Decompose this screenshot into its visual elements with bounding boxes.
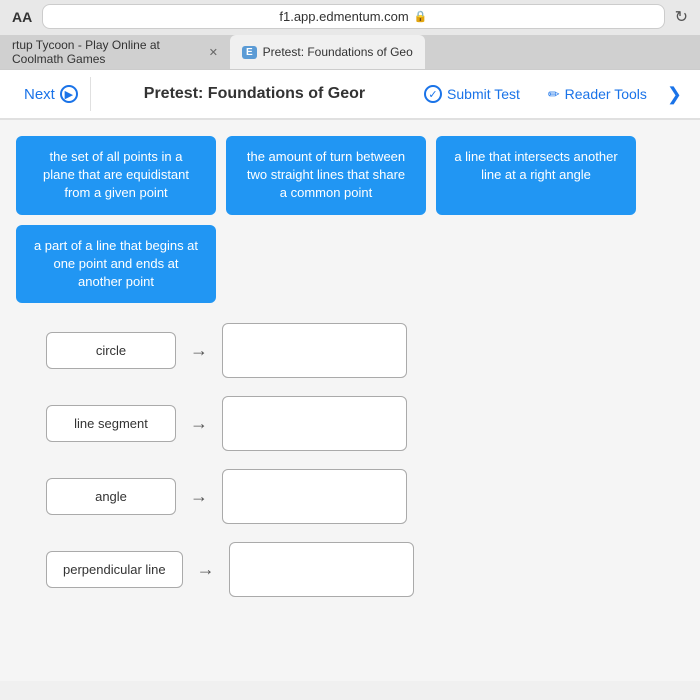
address-bar-row: AA f1.app.edmentum.com 🔒 ↻ bbox=[0, 0, 700, 35]
match-row-circle: circle → bbox=[46, 323, 684, 378]
tab-pretest[interactable]: E Pretest: Foundations of Geo bbox=[230, 35, 425, 69]
match-row-angle: angle → bbox=[46, 469, 684, 524]
next-button[interactable]: Next ▶ bbox=[12, 77, 91, 111]
page-title: Pretest: Foundations of Geor bbox=[99, 85, 410, 103]
match-arrow-angle: → bbox=[190, 486, 208, 507]
match-term-angle: angle bbox=[46, 478, 176, 515]
match-answer-circle[interactable] bbox=[222, 323, 407, 378]
tab-coolmath-close[interactable]: ✕ bbox=[209, 46, 218, 59]
reader-label: Reader Tools bbox=[565, 86, 647, 102]
submit-label: Submit Test bbox=[447, 86, 520, 102]
reader-icon: ✏ bbox=[548, 86, 560, 103]
match-arrow-circle: → bbox=[190, 340, 208, 361]
match-row-line-segment: line segment → bbox=[46, 396, 684, 451]
browser-chrome: AA f1.app.edmentum.com 🔒 ↻ rtup Tycoon -… bbox=[0, 0, 700, 70]
reader-tools-button[interactable]: ✏ Reader Tools bbox=[534, 78, 661, 111]
main-content: the set of all points in a plane that ar… bbox=[0, 120, 700, 681]
address-bar[interactable]: f1.app.edmentum.com 🔒 bbox=[42, 4, 664, 29]
answer-tile-1[interactable]: the set of all points in a plane that ar… bbox=[16, 136, 216, 215]
more-button[interactable]: ❯ bbox=[661, 76, 688, 113]
matching-section: circle → line segment → angle → perpendi… bbox=[16, 323, 684, 597]
answer-tiles-container: the set of all points in a plane that ar… bbox=[16, 136, 684, 303]
match-answer-perpendicular[interactable] bbox=[229, 542, 414, 597]
submit-test-button[interactable]: ✓ Submit Test bbox=[410, 77, 534, 111]
next-arrow-icon: ▶ bbox=[60, 85, 78, 103]
match-answer-angle[interactable] bbox=[222, 469, 407, 524]
answer-tile-3[interactable]: a line that intersects another line at a… bbox=[436, 136, 636, 215]
match-answer-line-segment[interactable] bbox=[222, 396, 407, 451]
match-term-circle: circle bbox=[46, 332, 176, 369]
address-text: f1.app.edmentum.com bbox=[279, 9, 408, 24]
app-nav: Next ▶ Pretest: Foundations of Geor ✓ Su… bbox=[0, 70, 700, 120]
font-size-button[interactable]: AA bbox=[12, 9, 32, 25]
answer-tile-2[interactable]: the amount of turn between two straight … bbox=[226, 136, 426, 215]
match-term-perpendicular: perpendicular line bbox=[46, 551, 183, 588]
tab-coolmath[interactable]: rtup Tycoon - Play Online at Coolmath Ga… bbox=[0, 35, 230, 69]
next-label: Next bbox=[24, 86, 55, 103]
tabs-bar: rtup Tycoon - Play Online at Coolmath Ga… bbox=[0, 35, 700, 69]
lock-icon: 🔒 bbox=[414, 10, 428, 23]
match-term-line-segment: line segment bbox=[46, 405, 176, 442]
reload-button[interactable]: ↻ bbox=[675, 7, 688, 27]
match-arrow-perpendicular: → bbox=[197, 559, 215, 580]
match-row-perpendicular: perpendicular line → bbox=[46, 542, 684, 597]
match-arrow-line-segment: → bbox=[190, 413, 208, 434]
tab-e-badge: E bbox=[242, 46, 257, 59]
tab-coolmath-label: rtup Tycoon - Play Online at Coolmath Ga… bbox=[12, 38, 203, 66]
submit-check-icon: ✓ bbox=[424, 85, 442, 103]
answer-tile-4[interactable]: a part of a line that begins at one poin… bbox=[16, 225, 216, 304]
tab-pretest-label: Pretest: Foundations of Geo bbox=[263, 45, 413, 59]
